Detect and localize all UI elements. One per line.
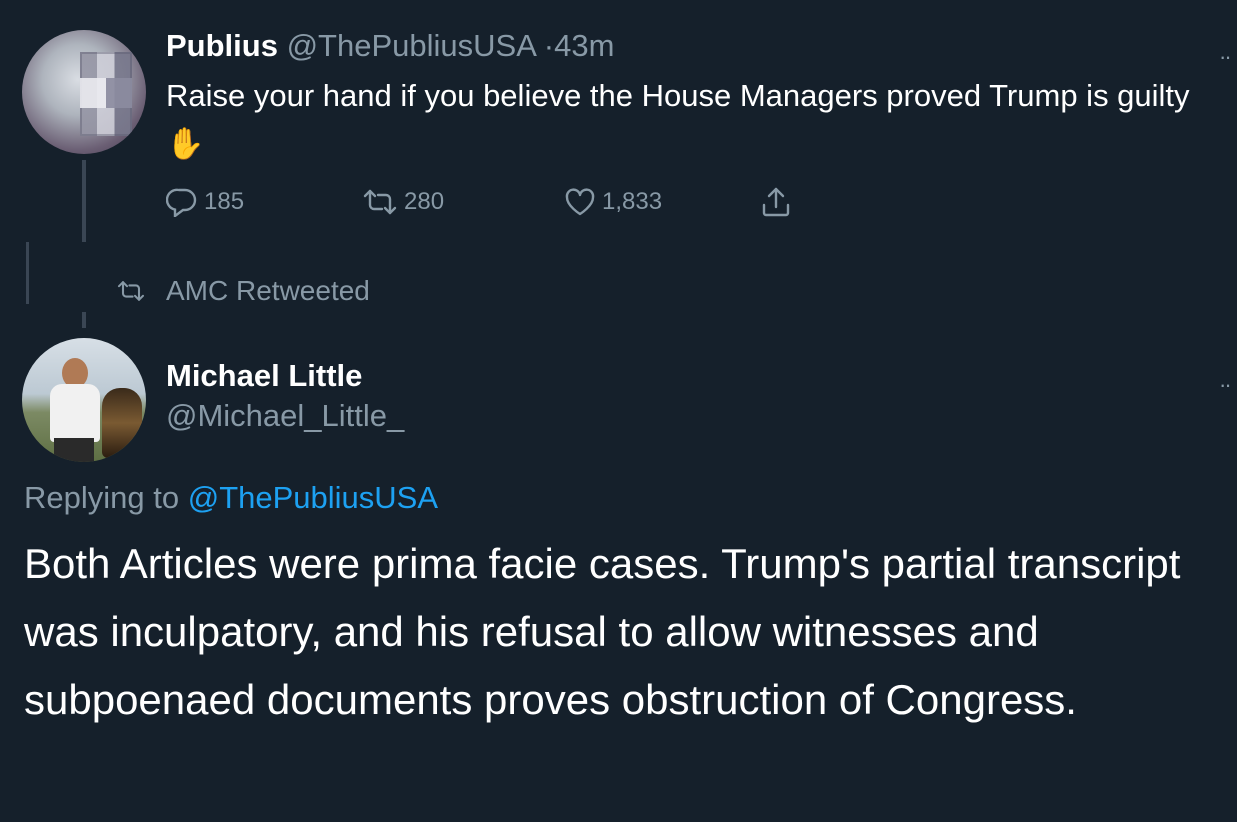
avatar-dog [102,388,142,458]
tweet1-time[interactable]: 43m [554,28,614,63]
replying-to-line: Replying to @ThePubliusUSA [24,478,438,518]
retweet-action[interactable]: 280 [362,184,444,220]
avatar-man-body [50,384,100,442]
reply-icon [166,188,197,217]
tweet2-text: Both Articles were prima facie cases. Tr… [24,540,1181,723]
thread-connector-line [82,160,86,242]
tweet2-more-button[interactable]: ·· [1219,372,1232,398]
like-action[interactable]: 1,833 [564,184,662,220]
replying-to-prefix: Replying to [24,480,180,515]
tweet1-header: Publius @ThePubliusUSA ·43m [166,26,614,66]
retweeted-banner[interactable]: AMC Retweeted [116,272,370,310]
tweet1-body: Raise your hand if you believe the House… [166,78,1190,113]
retweeted-label: AMC Retweeted [166,275,370,306]
retweet-icon [363,189,397,215]
raised-hand-emoji: ✋ [166,126,205,161]
like-count: 1,833 [602,188,663,215]
retweet-small-icon [117,281,145,301]
reply-action[interactable]: 185 [166,184,244,220]
avatar-man-legs [54,438,94,462]
share-action[interactable] [760,184,798,220]
tweet1-text: Raise your hand if you believe the House… [166,72,1216,168]
tweet1-separator: · [543,28,555,63]
share-icon [762,187,790,217]
tweet2-author-handle[interactable]: @Michael_Little_ [166,396,404,436]
tweet2-author-name[interactable]: Michael Little [166,356,362,396]
reply-count: 185 [204,188,245,215]
avatar-publius[interactable] [22,30,146,154]
tweet1-more-button[interactable]: ·· [1219,44,1232,70]
retweet-count: 280 [404,188,445,215]
heart-icon [565,188,595,216]
tweet1-author-name[interactable]: Publius [166,28,278,63]
thread-connector-line-bottom [82,312,86,328]
side-divider [26,242,29,304]
replying-to-handle-link[interactable]: @ThePubliusUSA [188,480,438,515]
tweet1-author-handle[interactable]: @ThePubliusUSA [287,28,536,63]
avatar-michael-little[interactable] [22,338,146,462]
pixelated-face-detail [80,78,132,108]
